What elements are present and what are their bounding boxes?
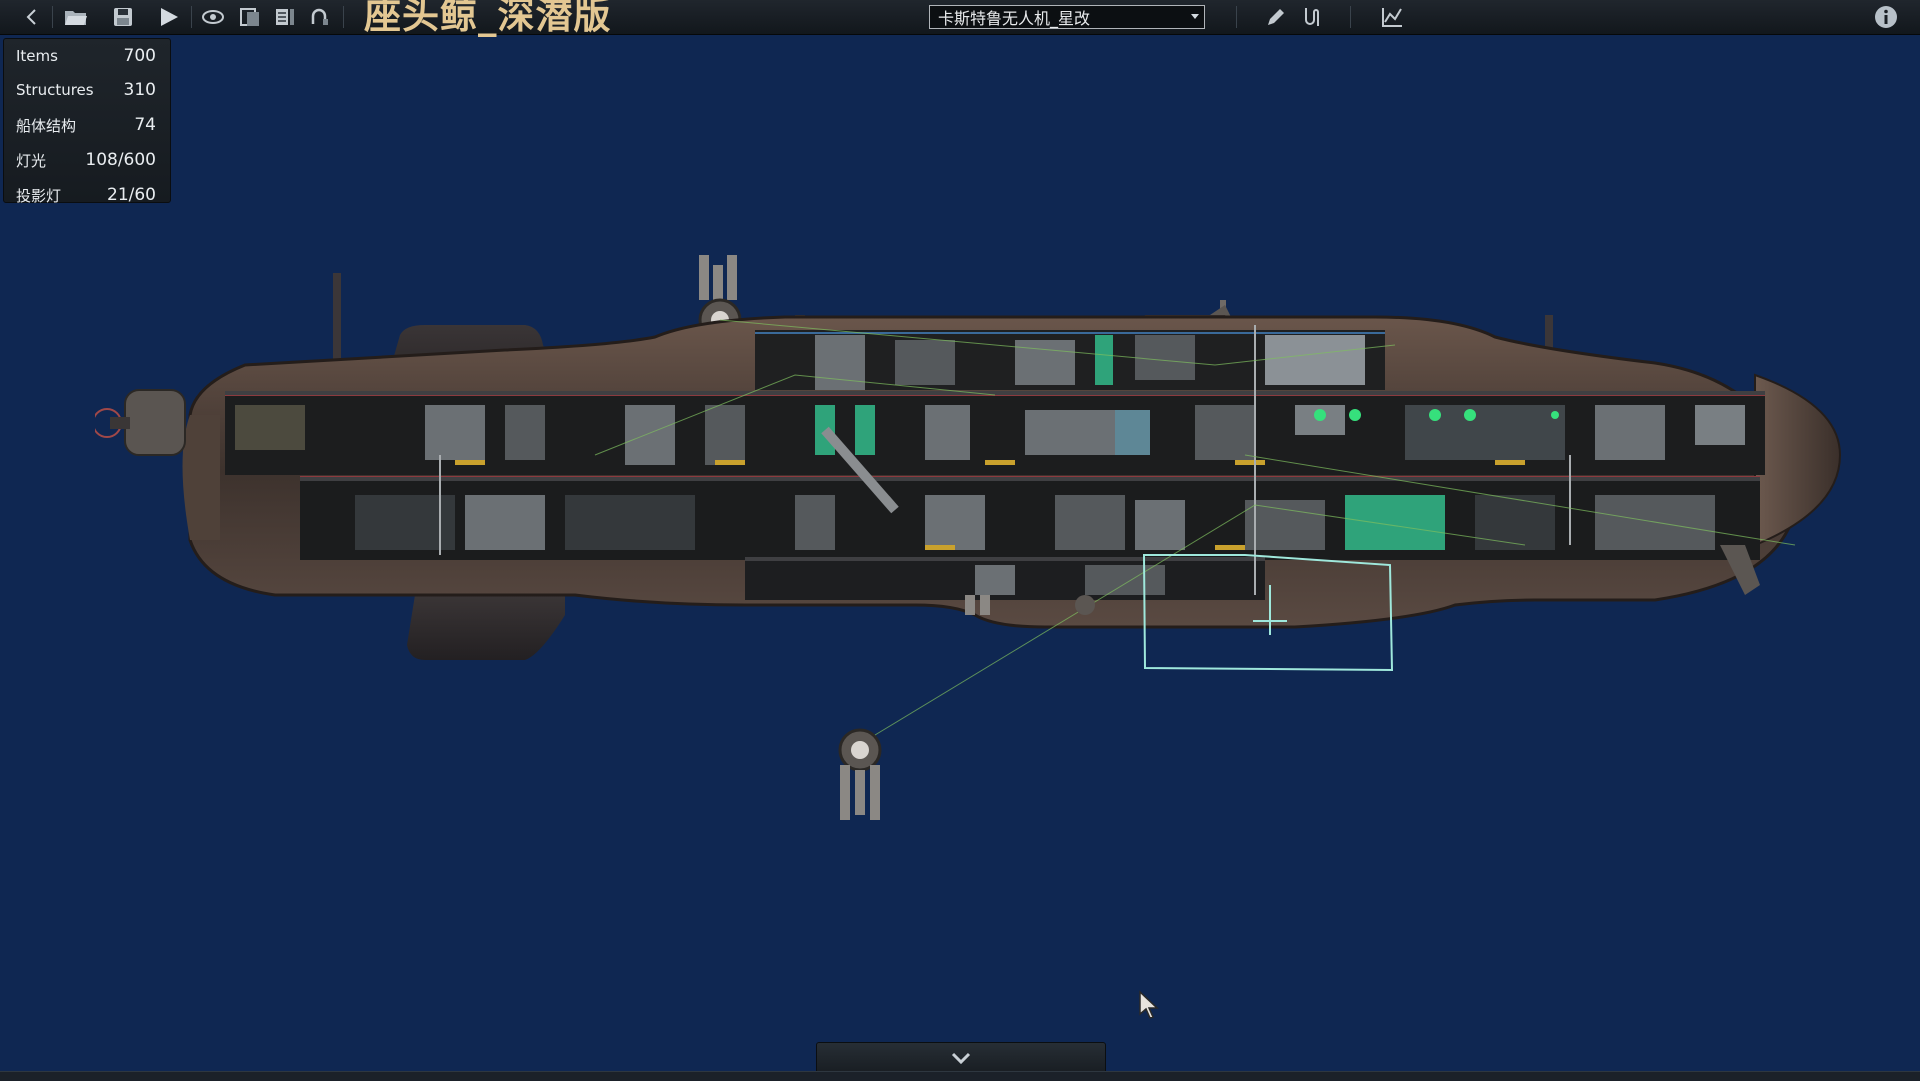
lower-turret [838, 728, 882, 820]
visibility-icon [202, 10, 224, 24]
stat-value: 21/60 [107, 185, 156, 205]
toolbar-divider [1350, 6, 1351, 28]
stat-value: 310 [123, 80, 156, 100]
layers-alt-icon [276, 9, 294, 25]
chevron-down-icon [951, 1052, 971, 1064]
info-button[interactable] [1874, 5, 1898, 29]
bow-dome [1754, 373, 1842, 547]
stat-label: 投影灯 [16, 186, 62, 205]
open-button[interactable] [62, 4, 90, 30]
lower-fin [407, 595, 565, 660]
layers-button[interactable] [236, 4, 264, 30]
undo-button[interactable] [305, 4, 333, 30]
toolbar-divider [1236, 6, 1237, 28]
stat-items: Items 700 [4, 39, 170, 73]
draw-button[interactable] [1262, 4, 1290, 30]
preset-dropdown-value: 卡斯特鲁无人机_星改 [938, 9, 1091, 28]
waypoint-icon [1382, 8, 1402, 27]
preset-dropdown[interactable]: 卡斯特鲁无人机_星改 [929, 5, 1205, 29]
stern-section [182, 415, 220, 540]
undo-icon [311, 8, 328, 25]
editor-toolbar: 座头鲸_深潜版 卡斯特鲁无人机_星改 [0, 0, 1920, 38]
stat-label: Structures [16, 81, 94, 99]
dropdown-arrow-icon [1186, 14, 1204, 20]
submarine-stats-panel: Items 700 Structures 310 船体结构 74 灯光 108/… [3, 38, 171, 205]
save-icon [114, 8, 132, 26]
stat-label: 灯光 [16, 151, 47, 170]
info-icon [1875, 6, 1897, 28]
pencil-icon [1268, 9, 1284, 25]
stat-shadow-lights: 投影灯 21/60 [4, 178, 170, 212]
test-button[interactable] [155, 4, 183, 30]
save-button[interactable] [109, 4, 137, 30]
toolbar-divider [191, 6, 192, 28]
stat-hull: 船体结构 74 [4, 108, 170, 142]
stat-value: 700 [123, 46, 156, 66]
stat-value: 74 [134, 115, 156, 135]
wiring-button[interactable] [1298, 4, 1326, 30]
toolbar-divider [343, 6, 344, 28]
stat-structures: Structures 310 [4, 73, 170, 107]
wiring-icon [1305, 8, 1319, 26]
waypoint-button[interactable] [1378, 4, 1406, 30]
mouse-cursor [1138, 990, 1160, 1024]
layers-icon [240, 8, 259, 26]
cursor-arrow-icon [1139, 990, 1159, 1019]
toggle-entity-panel-button[interactable] [816, 1042, 1106, 1073]
stat-label: 船体结构 [16, 116, 77, 135]
submarine-name[interactable]: 座头鲸_深潜版 [364, 0, 612, 38]
submarine-canvas[interactable] [92, 255, 1870, 845]
stat-label: Items [16, 47, 58, 65]
layers-alt-button[interactable] [271, 4, 299, 30]
visibility-button[interactable] [199, 4, 227, 30]
stat-lights: 灯光 108/600 [4, 143, 170, 177]
propeller [92, 389, 186, 456]
open-folder-icon [65, 11, 87, 25]
back-icon [26, 9, 36, 25]
stat-value: 108/600 [85, 150, 156, 170]
back-button[interactable] [18, 4, 46, 30]
toolbar-divider [52, 6, 53, 28]
play-icon [161, 8, 178, 26]
submarine-hull-drawing [92, 255, 1842, 820]
